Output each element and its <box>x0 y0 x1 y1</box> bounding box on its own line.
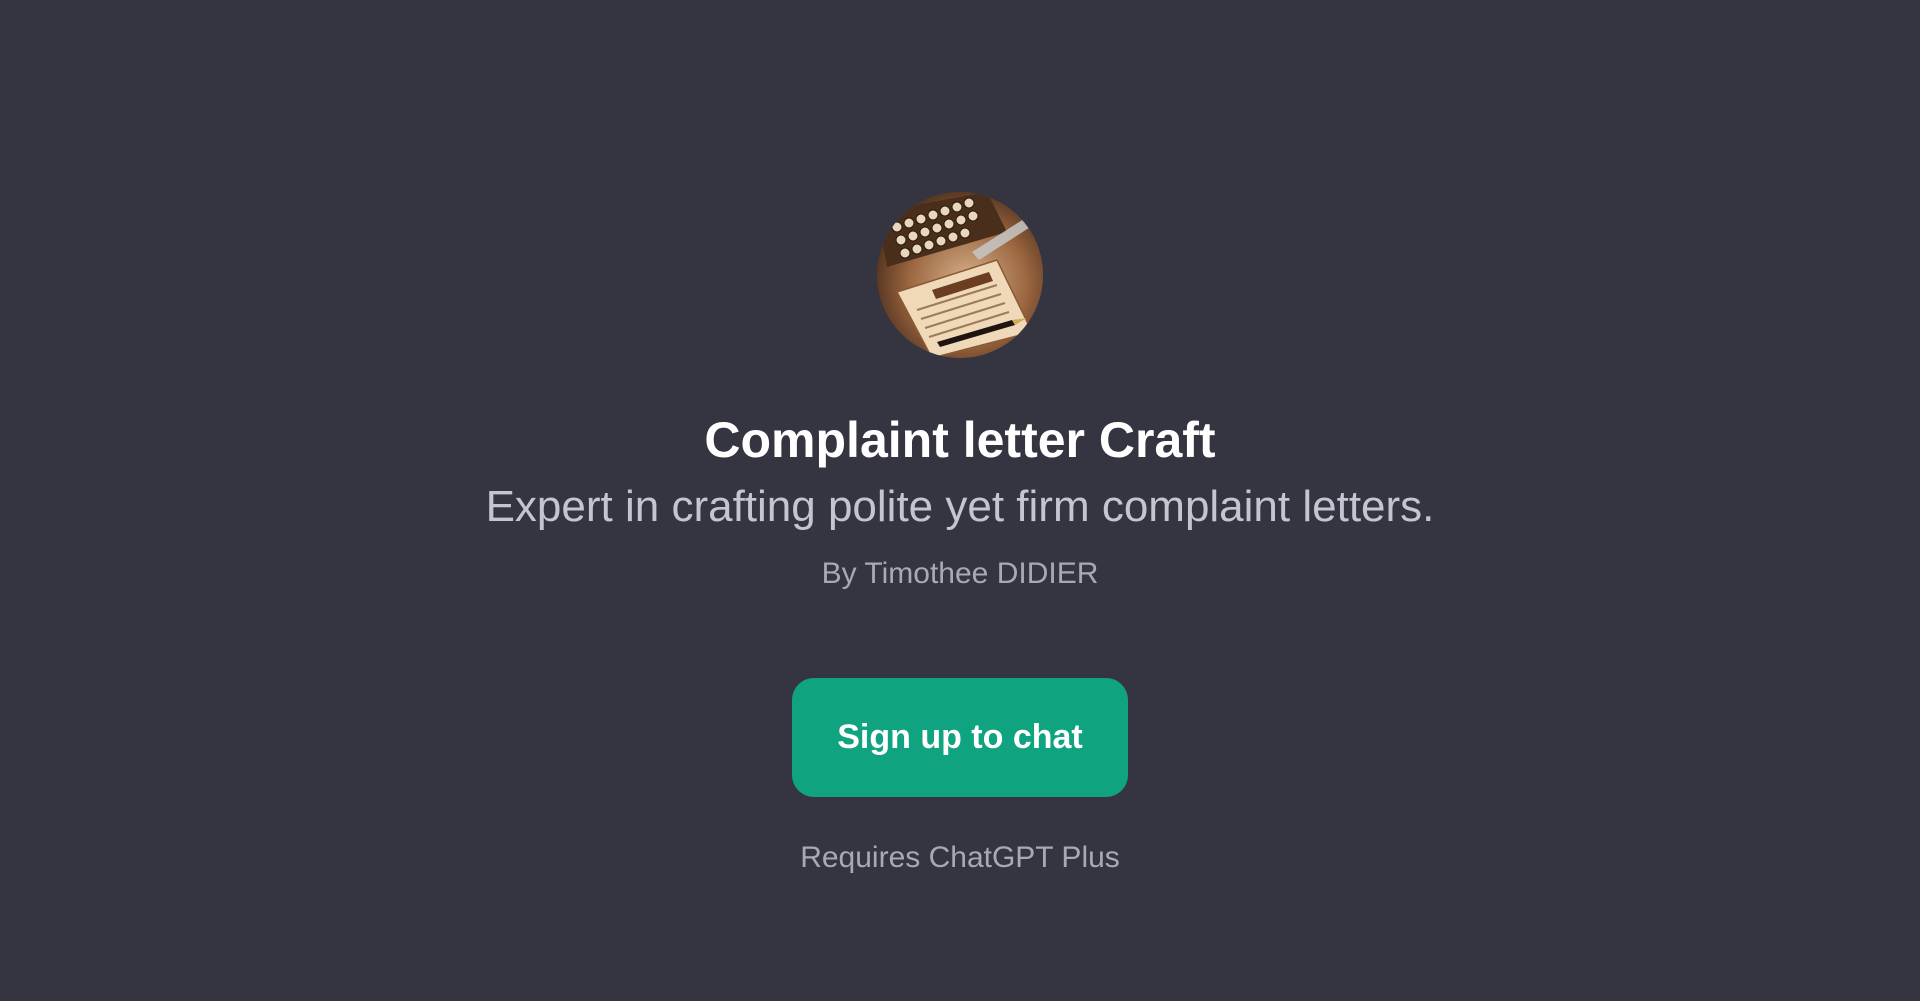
requirement-note: Requires ChatGPT Plus <box>800 841 1120 874</box>
gpt-landing-page: Complaint letter Craft Expert in craftin… <box>0 0 1920 1001</box>
gpt-avatar <box>877 192 1043 358</box>
gpt-title: Complaint letter Craft <box>704 412 1216 468</box>
sign-up-to-chat-button[interactable]: Sign up to chat <box>792 678 1128 797</box>
gpt-description: Expert in crafting polite yet firm compl… <box>485 482 1435 531</box>
typewriter-letter-image <box>877 192 1043 358</box>
gpt-author: By Timothee DIDIER <box>821 557 1099 590</box>
